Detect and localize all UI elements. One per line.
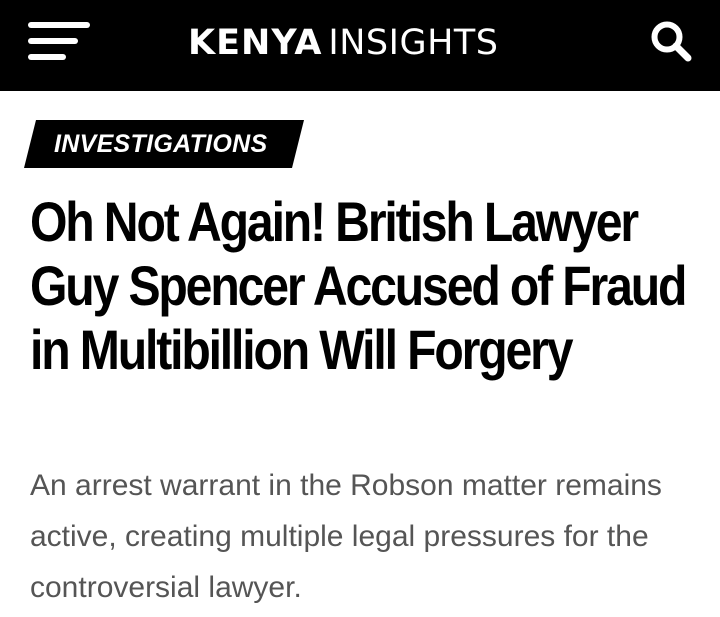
top-navigation-bar: KENYA INSIGHTS <box>0 0 720 91</box>
hamburger-menu-icon-line <box>28 38 78 44</box>
article-subtitle: An arrest warrant in the Robson matter r… <box>30 469 662 604</box>
hamburger-menu-icon-line <box>28 54 66 60</box>
article-title: Oh Not Again! British Lawyer Guy Spencer… <box>30 190 687 381</box>
search-icon <box>651 21 692 62</box>
category-label: INVESTIGATIONS <box>54 130 268 158</box>
search-button[interactable] <box>648 18 694 64</box>
menu-button[interactable] <box>28 20 92 64</box>
logo-bold-text: KENYA <box>188 23 323 63</box>
site-logo[interactable]: KENYA INSIGHTS <box>188 18 499 68</box>
category-tag[interactable]: INVESTIGATIONS <box>24 120 304 168</box>
logo-light-text: INSIGHTS <box>328 23 499 63</box>
hamburger-menu-icon <box>28 22 90 28</box>
